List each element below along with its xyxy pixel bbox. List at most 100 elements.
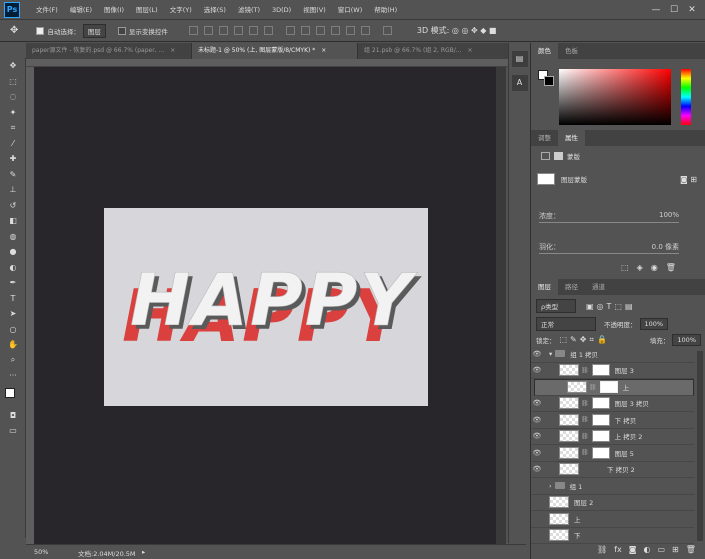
eraser-icon[interactable]: ◧ <box>0 213 26 229</box>
history-panel-icon[interactable]: ▤ <box>511 51 528 67</box>
tab-channels[interactable]: 通道 <box>585 279 612 295</box>
layers-scrollbar[interactable] <box>697 351 703 541</box>
delete-layer-icon[interactable]: 🗑 <box>686 545 696 554</box>
blur-tool-icon[interactable]: ● <box>0 244 26 260</box>
background-color-swatch[interactable] <box>544 76 554 86</box>
crop-tool-icon[interactable]: ⌗ <box>0 120 26 136</box>
tab-close-icon[interactable]: × <box>321 47 326 54</box>
paint-bucket-icon[interactable]: ◍ <box>0 229 26 245</box>
delete-mask-icon[interactable]: 🗑 <box>666 263 676 272</box>
show-transform-option[interactable]: 显示变换控件 <box>117 26 168 36</box>
tab-swatches[interactable]: 色板 <box>558 43 585 59</box>
more-tools-icon[interactable]: ··· <box>0 368 26 384</box>
add-mask-icon[interactable]: ◙ <box>629 545 637 554</box>
menu-view[interactable]: 视图(V) <box>297 0 332 20</box>
zoom-level[interactable]: 50% <box>34 548 48 556</box>
align-bottom-icon[interactable] <box>218 26 228 35</box>
menu-layer[interactable]: 图层(L) <box>130 0 164 20</box>
link-icon[interactable]: ⛓ <box>589 384 597 391</box>
visibility-mask-icon[interactable]: ◉ <box>651 263 658 272</box>
layer-mask-thumbnail[interactable] <box>591 364 610 377</box>
magic-wand-icon[interactable]: ✦ <box>0 105 26 121</box>
layer-group-row[interactable]: › 组 1 <box>531 478 694 495</box>
density-slider[interactable] <box>539 222 679 223</box>
layer-filter-dropdown[interactable]: ρ类型 <box>536 299 576 313</box>
fill-input[interactable]: 100% <box>672 334 701 346</box>
align-right-icon[interactable] <box>263 26 273 35</box>
menu-help[interactable]: 帮助(H) <box>368 0 403 20</box>
eyedropper-icon[interactable]: ⁄ <box>0 136 26 152</box>
auto-select-dropdown[interactable]: 图层 <box>82 23 106 38</box>
layer-mask-thumbnail[interactable] <box>591 430 610 443</box>
menu-3d[interactable]: 3D(D) <box>266 0 297 20</box>
close-button[interactable]: ✕ <box>683 0 701 20</box>
align-hcenter-icon[interactable] <box>248 26 258 35</box>
history-brush-icon[interactable]: ↺ <box>0 198 26 214</box>
link-icon[interactable]: ⛓ <box>581 400 589 407</box>
distribute-hcenter-icon[interactable] <box>345 26 355 35</box>
type-tool-icon[interactable]: T <box>0 291 26 307</box>
pixel-mask-icon[interactable] <box>541 152 550 160</box>
3d-mode-icons[interactable]: 3D 模式: ◎ ◎ ✥ ◆ ■ <box>417 25 497 36</box>
tab-untitled-1[interactable]: 未标题-1 @ 50% (上, 图层蒙版/8/CMYK) * × <box>192 43 358 59</box>
density-control[interactable]: 浓度： 100% <box>539 211 679 223</box>
blend-mode-dropdown[interactable]: 正常 <box>536 317 596 331</box>
layer-row-selected[interactable]: ⛓ 上 <box>534 379 694 396</box>
apply-mask-icon[interactable]: ◈ <box>637 263 643 272</box>
align-top-icon[interactable] <box>188 26 198 35</box>
pen-tool-icon[interactable]: ✒ <box>0 275 26 291</box>
hand-tool-icon[interactable]: ✋ <box>0 337 26 353</box>
move-tool-icon[interactable]: ✥ <box>0 58 26 74</box>
layer-row[interactable]: 下 <box>531 528 694 544</box>
align-vcenter-icon[interactable] <box>203 26 213 35</box>
menu-image[interactable]: 图像(I) <box>98 0 130 20</box>
new-layer-icon[interactable]: ⊞ <box>672 545 679 554</box>
hue-slider[interactable] <box>681 69 691 125</box>
quick-mask-icon[interactable]: ◘ <box>0 408 26 424</box>
menu-type[interactable]: 文字(Y) <box>164 0 198 20</box>
eye-icon[interactable]: 👁 <box>531 432 543 440</box>
vector-mask-icon[interactable] <box>554 152 563 160</box>
layer-mask-thumbnail[interactable] <box>591 446 610 459</box>
maximize-button[interactable]: ☐ <box>665 0 683 20</box>
auto-align-icon[interactable] <box>382 26 392 35</box>
auto-select-option[interactable]: 自动选择： 图层 <box>36 23 106 38</box>
layer-row[interactable]: 👁 ⛓ 下 拷贝 <box>531 412 694 429</box>
eye-icon[interactable]: 👁 <box>531 449 543 457</box>
tab-group21[interactable]: 组 21.psb @ 66.7% (组 2, RGB/... × <box>358 43 526 59</box>
link-icon[interactable]: ⛓ <box>581 367 589 374</box>
dodge-tool-icon[interactable]: ◐ <box>0 260 26 276</box>
eye-icon[interactable]: 👁 <box>531 366 543 374</box>
move-tool-icon[interactable]: ✥ <box>10 25 18 36</box>
opacity-input[interactable]: 100% <box>639 318 669 330</box>
eye-icon[interactable]: 👁 <box>531 416 543 424</box>
character-panel-icon[interactable]: A <box>511 75 528 91</box>
tab-paper[interactable]: paper源文件 - 恢复的.psd @ 66.7% (paper, ... × <box>26 43 192 59</box>
brush-tool-icon[interactable]: ✎ <box>0 167 26 183</box>
zoom-tool-icon[interactable]: ⌕ <box>0 353 26 369</box>
feather-slider[interactable] <box>539 253 679 254</box>
layer-mask-thumbnail[interactable] <box>591 413 610 426</box>
tab-properties[interactable]: 属性 <box>558 130 585 146</box>
eye-icon[interactable]: 👁 <box>531 465 543 473</box>
layer-row[interactable]: 👁 下 拷贝 2 <box>531 462 694 478</box>
link-icon[interactable]: ⛓ <box>581 433 589 440</box>
align-left-icon[interactable] <box>233 26 243 35</box>
status-arrow-icon[interactable]: ▸ <box>142 548 145 556</box>
layer-row[interactable]: 图层 2 <box>531 495 694 511</box>
color-field[interactable] <box>559 69 671 125</box>
eye-icon[interactable]: 👁 <box>531 350 543 358</box>
load-selection-icon[interactable]: ⬚ <box>621 263 629 272</box>
foreground-swatch[interactable] <box>5 387 15 398</box>
lock-icons[interactable]: ⬚✎✥⌗🔒 <box>560 335 610 345</box>
menu-file[interactable]: 文件(F) <box>30 0 64 20</box>
tab-layers[interactable]: 图层 <box>531 279 558 295</box>
distribute-top-icon[interactable] <box>285 26 295 35</box>
path-select-icon[interactable]: ➤ <box>0 306 26 322</box>
eye-icon[interactable]: 👁 <box>531 399 543 407</box>
density-value[interactable]: 100% <box>659 211 679 219</box>
layer-row[interactable]: 👁 ⛓ 图层 5 <box>531 445 694 462</box>
layer-group-row[interactable]: 👁 ▾ 组 1 拷贝 <box>531 346 694 363</box>
distribute-right-icon[interactable] <box>360 26 370 35</box>
expand-icon[interactable]: ▾ <box>549 350 552 358</box>
